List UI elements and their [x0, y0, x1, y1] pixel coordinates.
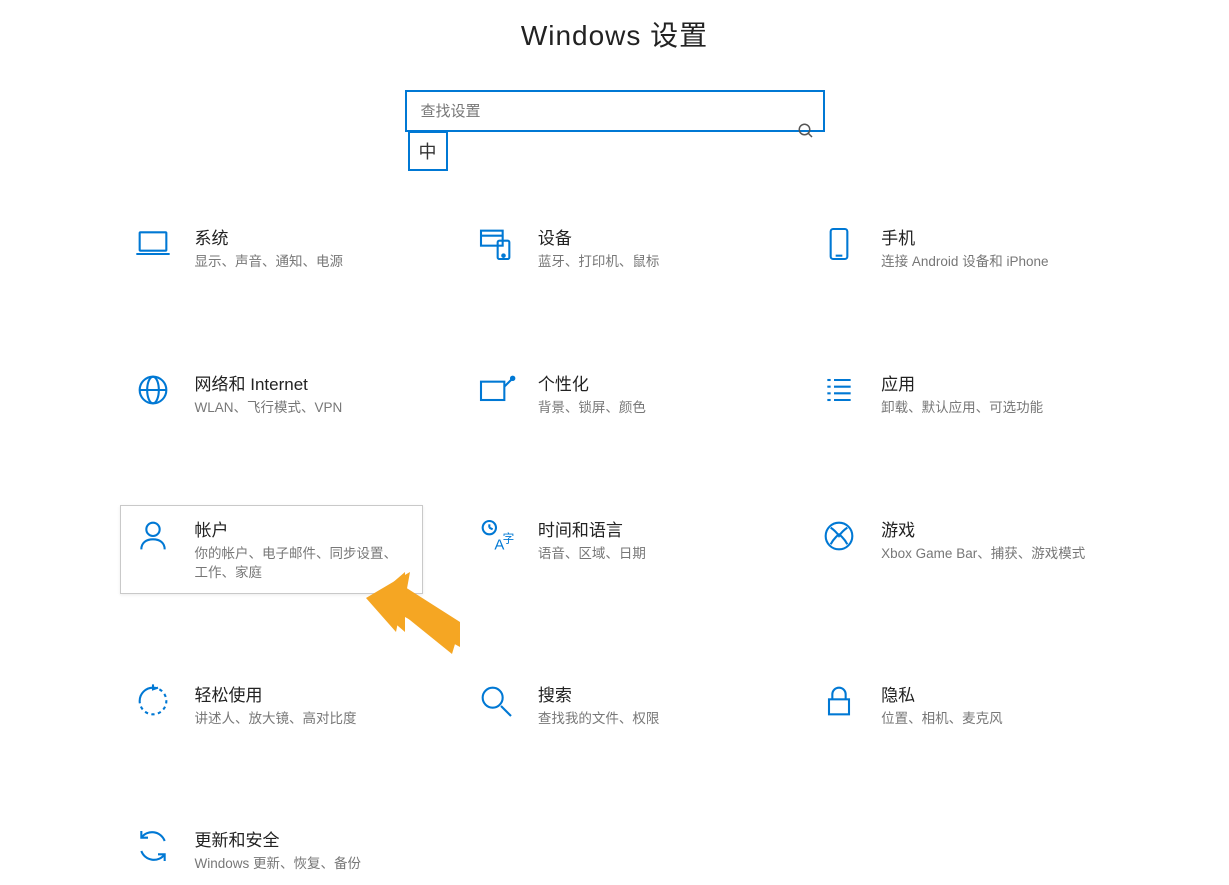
tile-title: 应用 — [881, 370, 1096, 395]
tile-title: 隐私 — [881, 681, 1096, 706]
phone-icon — [819, 224, 859, 264]
tile-title: 搜索 — [538, 681, 753, 706]
tile-update[interactable]: 更新和安全 Windows 更新、恢复、备份 — [120, 815, 423, 885]
tile-desc: 显示、声音、通知、电源 — [195, 253, 410, 272]
tile-gaming[interactable]: 游戏 Xbox Game Bar、捕获、游戏模式 — [806, 505, 1109, 594]
xbox-icon — [819, 516, 859, 556]
time-language-icon: A 字 — [476, 516, 516, 556]
search-input[interactable] — [405, 90, 825, 132]
svg-text:字: 字 — [502, 531, 514, 545]
tile-title: 更新和安全 — [195, 826, 410, 851]
tile-desc: 蓝牙、打印机、鼠标 — [538, 253, 753, 272]
tile-privacy[interactable]: 隐私 位置、相机、麦克风 — [806, 670, 1109, 740]
tile-devices[interactable]: 设备 蓝牙、打印机、鼠标 — [463, 213, 766, 283]
person-icon — [133, 516, 173, 556]
search-container: 中 — [405, 90, 825, 171]
ease-of-access-icon — [133, 681, 173, 721]
tile-desc: WLAN、飞行模式、VPN — [195, 399, 410, 418]
laptop-icon — [133, 224, 173, 264]
tile-desc: 卸载、默认应用、可选功能 — [881, 399, 1096, 418]
ime-indicator[interactable]: 中 — [408, 131, 448, 171]
personalization-icon — [476, 370, 516, 410]
tile-title: 个性化 — [538, 370, 753, 395]
tile-desc: 查找我的文件、权限 — [538, 710, 753, 729]
tile-title: 系统 — [195, 224, 410, 249]
tile-desc: 讲述人、放大镜、高对比度 — [195, 710, 410, 729]
lock-icon — [819, 681, 859, 721]
tile-apps[interactable]: 应用 卸载、默认应用、可选功能 — [806, 359, 1109, 429]
search-icon — [797, 122, 815, 140]
update-icon — [133, 826, 173, 866]
tile-desc: Xbox Game Bar、捕获、游戏模式 — [881, 545, 1096, 564]
tile-title: 游戏 — [881, 516, 1096, 541]
tile-ease-of-access[interactable]: 轻松使用 讲述人、放大镜、高对比度 — [120, 670, 423, 740]
apps-icon — [819, 370, 859, 410]
tile-desc: 背景、锁屏、颜色 — [538, 399, 753, 418]
tile-desc: 语音、区域、日期 — [538, 545, 753, 564]
tile-desc: 位置、相机、麦克风 — [881, 710, 1096, 729]
tile-title: 手机 — [881, 224, 1096, 249]
tile-title: 设备 — [538, 224, 753, 249]
tile-desc: 你的帐户、电子邮件、同步设置、工作、家庭 — [195, 545, 410, 583]
page-title: Windows 设置 — [0, 14, 1229, 54]
globe-icon — [133, 370, 173, 410]
tile-personalization[interactable]: 个性化 背景、锁屏、颜色 — [463, 359, 766, 429]
tile-desc: 连接 Android 设备和 iPhone — [881, 253, 1096, 272]
tile-desc: Windows 更新、恢复、备份 — [195, 855, 410, 874]
settings-grid: 系统 显示、声音、通知、电源 设备 蓝牙、打印机、鼠标 手机 连接 Androi… — [120, 213, 1110, 885]
devices-icon — [476, 224, 516, 264]
tile-time-language[interactable]: A 字 时间和语言 语音、区域、日期 — [463, 505, 766, 594]
tile-search[interactable]: 搜索 查找我的文件、权限 — [463, 670, 766, 740]
magnifier-icon — [476, 681, 516, 721]
tile-title: 轻松使用 — [195, 681, 410, 706]
tile-title: 网络和 Internet — [195, 370, 410, 395]
tile-network[interactable]: 网络和 Internet WLAN、飞行模式、VPN — [120, 359, 423, 429]
tile-accounts[interactable]: 帐户 你的帐户、电子邮件、同步设置、工作、家庭 — [120, 505, 423, 594]
tile-phone[interactable]: 手机 连接 Android 设备和 iPhone — [806, 213, 1109, 283]
tile-title: 时间和语言 — [538, 516, 753, 541]
tile-title: 帐户 — [195, 516, 410, 541]
tile-system[interactable]: 系统 显示、声音、通知、电源 — [120, 213, 423, 283]
